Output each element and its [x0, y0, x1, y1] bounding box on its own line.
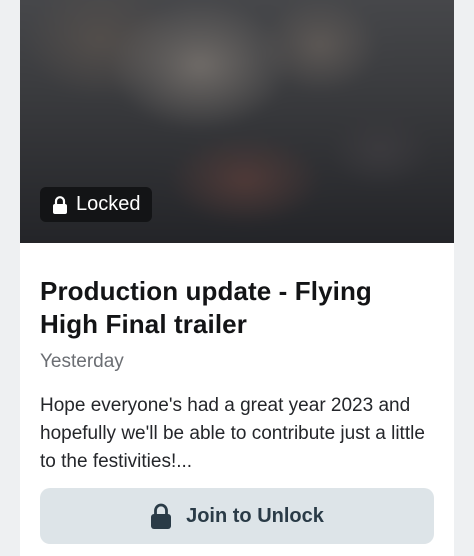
post-title[interactable]: Production update - Flying High Final tr… — [40, 275, 434, 341]
locked-badge: Locked — [40, 187, 152, 222]
lock-icon — [53, 195, 67, 214]
post-date: Yesterday — [40, 351, 124, 372]
lock-icon — [151, 503, 172, 529]
post-card[interactable]: Locked Production update - Flying High F… — [20, 0, 454, 556]
join-to-unlock-label: Join to Unlock — [186, 504, 324, 527]
post-thumbnail[interactable]: Locked — [20, 0, 454, 243]
join-to-unlock-button[interactable]: Join to Unlock — [40, 488, 434, 544]
locked-label: Locked — [76, 193, 141, 215]
post-content: Production update - Flying High Final tr… — [20, 243, 454, 476]
post-excerpt: Hope everyone's had a great year 2023 an… — [40, 395, 425, 472]
